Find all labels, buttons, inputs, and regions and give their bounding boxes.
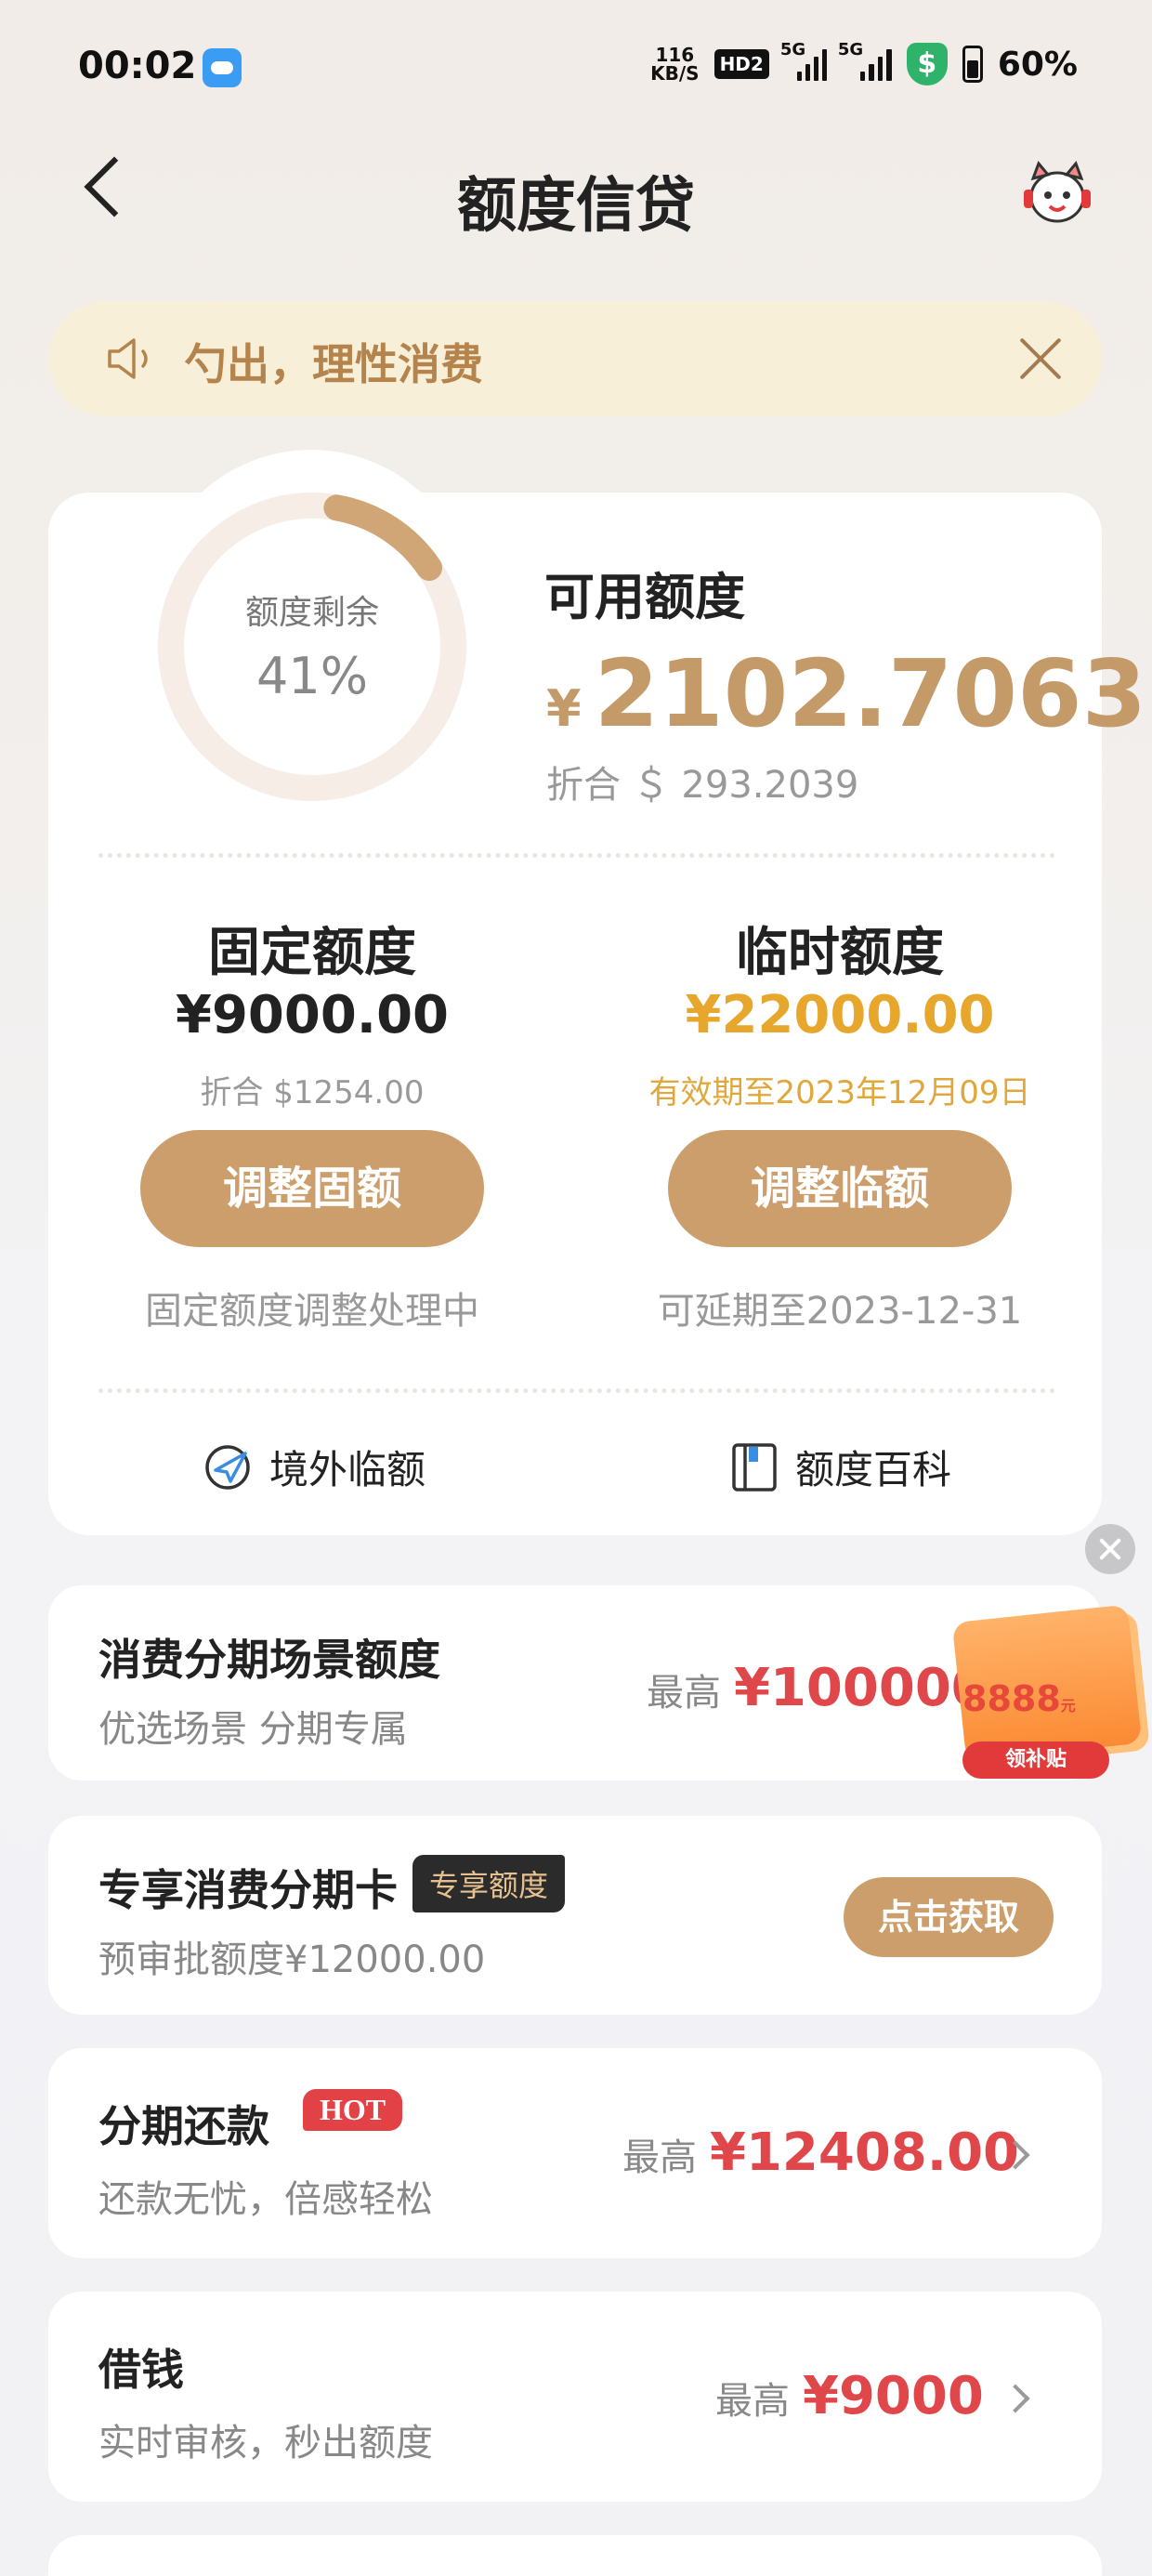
overseas-temp-label: 境外临额 [269,1447,426,1492]
customer-service-icon[interactable] [1020,158,1094,229]
scene-max: 最高 ¥100000 [647,1658,988,1718]
card-subtitle: 还款无忧，倍感轻松 [98,2178,433,2221]
promo-close-icon[interactable] [1085,1524,1135,1574]
fixed-title: 固定额度 [208,923,416,983]
exclusive-badge: 专享额度 [412,1855,566,1912]
exclusive-card[interactable]: 专享消费分期卡 专享额度 预审批额度¥12000.00 点击获取 [48,1816,1102,2015]
next-card[interactable] [48,2535,1102,2576]
card-subtitle: 实时审核，秒出额度 [98,2422,433,2464]
installment-max: 最高 ¥12408.00 [622,2123,1019,2183]
net-speed: 116 KB/S [650,44,700,85]
remaining-arc [323,494,443,582]
installment-repayment-card[interactable]: 分期还款 HOT 还款无忧，倍感轻松 最高 ¥12408.00 [48,2048,1102,2258]
chevron-right-icon [1001,2384,1030,2413]
available-converted: 折合 ＄ 293.2039 [546,764,859,807]
plane-icon [205,1444,250,1490]
status-indicators: 116 KB/S HD2 5G 5G $ 60% [650,40,1078,85]
close-icon[interactable] [1016,335,1065,383]
fixed-amount: ¥9000.00 [175,985,450,1045]
card-subtitle: 优选场景 分期专属 [98,1708,408,1751]
hd-voice-icon: HD2 [713,49,769,79]
installment-amount: ¥12408.00 [710,2123,1019,2183]
fixed-converted: 折合 $1254.00 [200,1074,425,1111]
subsidy-promo[interactable]: 8888元 领补贴 [940,1589,1152,1781]
available-amount: ¥2102.7063 [546,639,1146,748]
weather-app-icon [203,48,242,87]
security-shield-icon: $ [906,43,948,85]
available-amount-value: 2102.7063 [594,639,1147,748]
adjust-temporary-button[interactable]: 调整临额 [668,1130,1012,1247]
divider [98,1388,1055,1393]
promo-amount: 8888元 [962,1678,1076,1719]
overseas-temp-link[interactable]: 境外临额 [203,1439,425,1495]
battery-icon [962,46,983,83]
ring-percent: 41% [255,647,369,705]
card-title: 分期还款 [98,2101,269,2151]
hot-badge: HOT [303,2089,403,2131]
ring-label: 额度剩余 [244,594,379,632]
temporary-amount: ¥22000.00 [685,985,995,1045]
credit-encyclopedia-link[interactable]: 额度百科 [730,1439,951,1495]
book-icon [732,1442,777,1492]
card-subtitle: 预审批额度¥12000.00 [98,1939,486,1981]
battery-percent: 60% [997,45,1078,84]
credit-encyclopedia-label: 额度百科 [795,1447,952,1492]
promo-tag: 领补贴 [962,1741,1109,1779]
notice-banner: 勺出，理性消费 [48,301,1102,416]
currency-symbol: ¥ [546,679,582,738]
signal-icon-2: 5G [838,40,892,81]
fixed-status: 固定额度调整处理中 [145,1290,479,1333]
get-button[interactable]: 点击获取 [844,1877,1054,1957]
adjust-fixed-button[interactable]: 调整固额 [140,1130,484,1247]
signal-icon-1: 5G [780,40,827,81]
borrow-card[interactable]: 借钱 实时审核，秒出额度 最高 ¥9000 [48,2292,1102,2502]
status-time: 00:02 [78,45,197,87]
available-title: 可用额度 [544,568,745,626]
borrow-max: 最高 ¥9000 [715,2366,984,2426]
speaker-icon [108,338,148,379]
divider [98,853,1055,858]
notice-text: 勺出，理性消费 [184,339,483,389]
status-bar: 00:02 116 KB/S HD2 5G 5G $ 60% [0,0,1152,139]
card-title: 消费分期场景额度 [98,1635,440,1685]
borrow-amount: ¥9000 [803,2366,984,2426]
temporary-status: 可延期至2023-12-31 [657,1290,1023,1333]
temporary-title: 临时额度 [736,923,944,983]
temporary-validity: 有效期至2023年12月09日 [648,1074,1031,1111]
card-title: 借钱 [98,2345,184,2395]
page-title: 额度信贷 [457,172,695,241]
card-title: 专享消费分期卡 [98,1865,398,1915]
